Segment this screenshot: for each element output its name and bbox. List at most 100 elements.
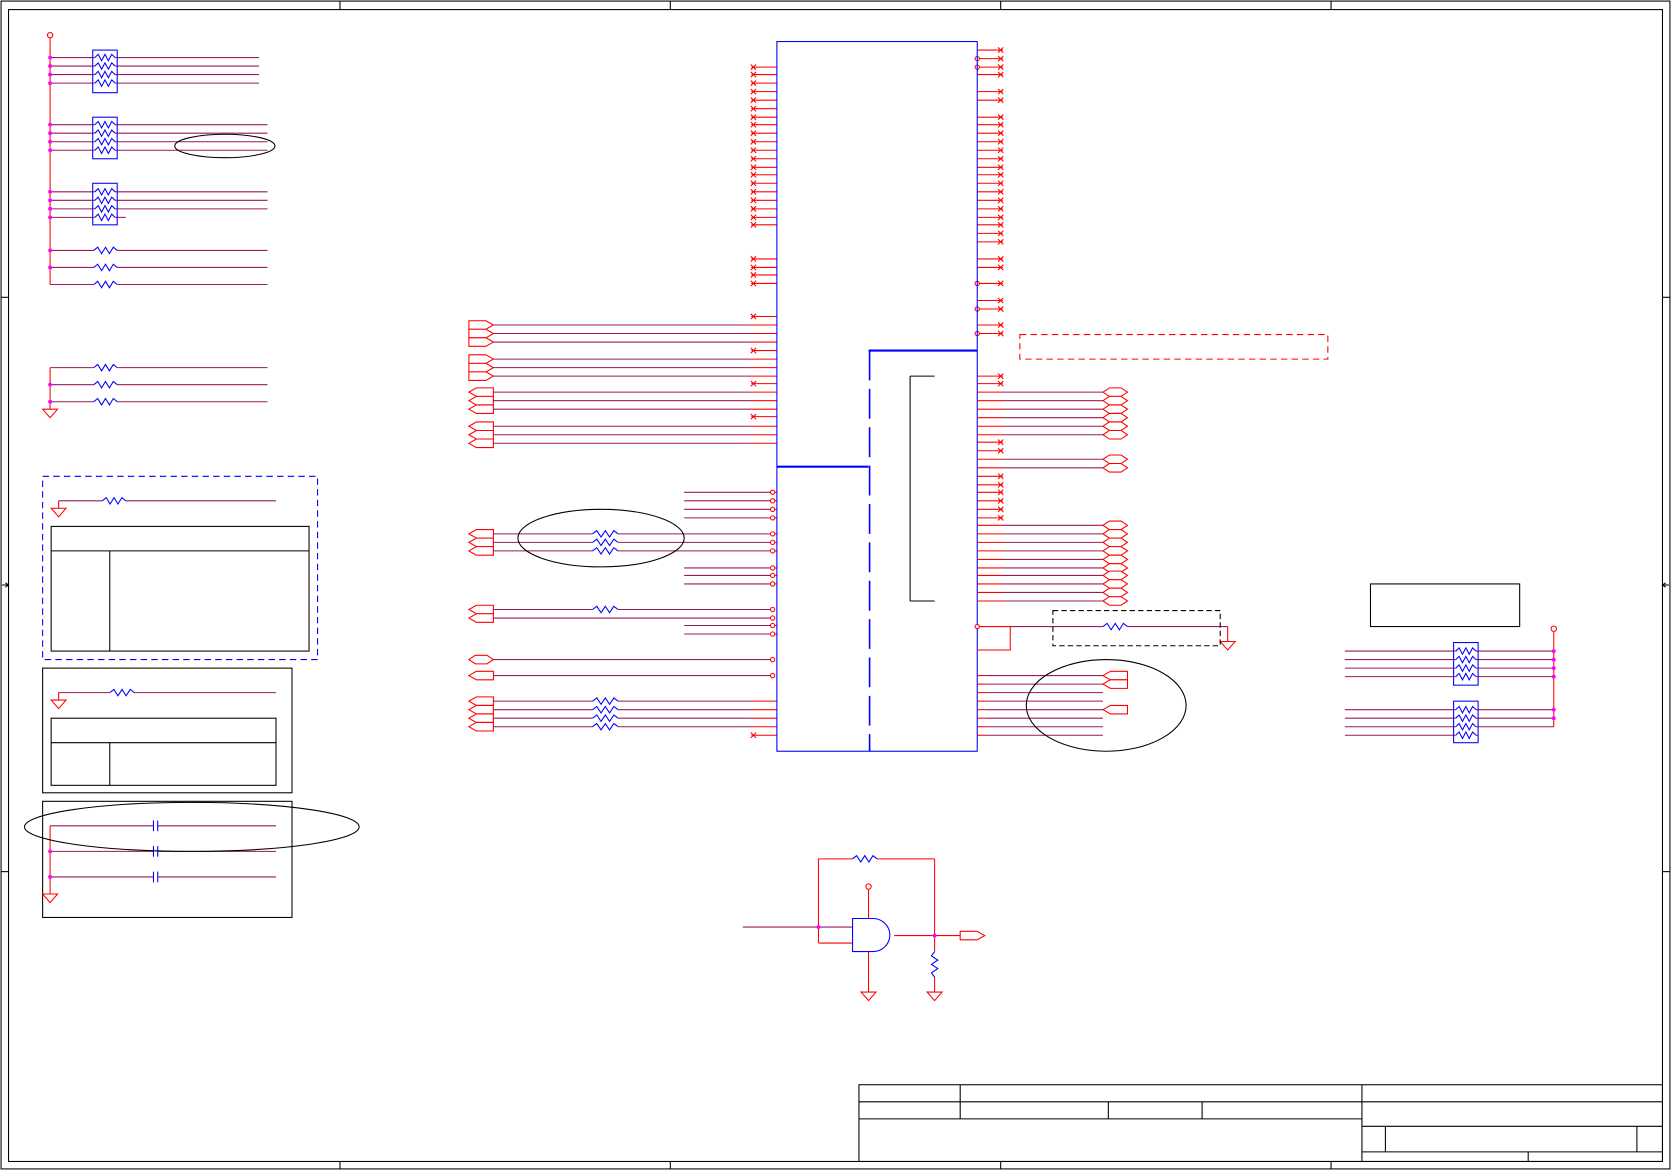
ic-pin (977, 255, 1004, 262)
ic-pin (977, 489, 1004, 496)
ic-pin (977, 147, 1004, 154)
capacitor-icon (50, 871, 277, 883)
ic-pin (977, 121, 1004, 128)
off-page-connector-icon (467, 546, 494, 556)
resistor-net (493, 529, 771, 539)
pin-terminal (974, 623, 980, 630)
ic-pin (977, 97, 1004, 104)
resistor-icon (94, 187, 116, 197)
off-page-connector-icon (467, 438, 494, 449)
ic-pin (750, 97, 777, 104)
option-table-border (50, 717, 277, 786)
option-table (50, 525, 310, 652)
off-page-connector-icon (467, 529, 494, 539)
junction-dot (816, 925, 821, 929)
resistor-pack-icon (50, 49, 259, 94)
option-table (50, 717, 277, 786)
ground-icon (41, 408, 59, 419)
ic-pin (750, 130, 777, 137)
pin-terminal (769, 506, 776, 513)
right-pullup-network (1344, 583, 1557, 744)
resistor-net (1010, 622, 1228, 631)
outer-border (0, 0, 1671, 1170)
resistor-icon (94, 78, 116, 88)
off-page-connector-icon (1102, 454, 1129, 465)
resistor-icon (93, 263, 118, 272)
resistor-net (50, 363, 268, 372)
resistor-pack-icon (50, 116, 268, 160)
ic-pin (977, 439, 1004, 446)
junction-dot (48, 64, 53, 68)
off-page-connector-icon (467, 654, 495, 665)
off-page-connector-icon (1102, 579, 1129, 589)
junction-dot (48, 875, 53, 879)
ground-icon (49, 699, 68, 710)
off-page-connector-icon (467, 721, 494, 732)
dashed-option-border (1052, 610, 1221, 647)
ic-pin (977, 130, 1004, 137)
resistor-icon (592, 722, 619, 731)
resistor-icon (592, 546, 619, 556)
option-table-border (50, 525, 310, 652)
ic-pin (750, 180, 777, 187)
ic-pin (750, 271, 777, 278)
resistor-icon (592, 529, 619, 539)
resistor-icon (1102, 622, 1128, 631)
highlight-ellipse (23, 801, 360, 852)
off-page-connector-icon (1101, 679, 1129, 689)
junction-dot (1551, 674, 1556, 679)
ic-pin (750, 214, 777, 221)
off-page-connector-icon (1102, 421, 1129, 432)
ic-pin (977, 164, 1004, 171)
ic-pin (977, 514, 1004, 521)
left-pullup-network (46, 31, 276, 289)
resistor-icon (1455, 672, 1477, 681)
off-page-connector-icon (1102, 395, 1129, 406)
ic-pin (977, 280, 1004, 287)
resistor-icon (1455, 705, 1477, 715)
junction-dot (1551, 716, 1556, 721)
off-page-connector-icon (468, 328, 495, 339)
off-page-connector-icon (959, 930, 986, 941)
resistor-net (493, 696, 752, 706)
power-rail-icon (46, 31, 54, 39)
main-ic (750, 41, 1004, 752)
ic-pin (750, 732, 777, 739)
ic-pin (977, 238, 1004, 245)
pin-terminal (769, 672, 776, 679)
off-page-connector-icon (1101, 670, 1129, 681)
ic-pin (977, 155, 1004, 162)
resistor-icon (1455, 655, 1477, 664)
pin-terminal (769, 572, 776, 579)
resistor-icon (1455, 722, 1477, 732)
off-page-connector-icon (468, 337, 495, 347)
and-gate-icon (852, 917, 891, 953)
junction-dot (48, 198, 53, 203)
ic-pin (977, 321, 1004, 329)
ic-pin (977, 138, 1004, 145)
resistor-icon (592, 705, 619, 714)
strap-resistor-loop (974, 610, 1237, 651)
off-page-connector-icon (1102, 404, 1129, 414)
off-page-connector-icon (1101, 704, 1129, 715)
resistor-net (493, 538, 771, 547)
power-rail-icon (1550, 625, 1557, 632)
ic-body (776, 41, 978, 752)
ic-pin (750, 347, 777, 354)
junction-dot (48, 206, 53, 211)
pin-terminal (769, 498, 776, 504)
center-mark-left (2, 582, 10, 588)
resistor-icon (852, 854, 878, 864)
schematic-sheet (0, 0, 1671, 1170)
option-box-solid (42, 667, 293, 794)
off-page-connector-icon (1102, 537, 1129, 548)
resistor-net (493, 705, 752, 714)
junction-dot (48, 72, 53, 77)
dashed-option-border (42, 475, 319, 661)
junction-dot (48, 215, 53, 220)
resistor-icon (592, 538, 619, 547)
decoupling-capacitor-box (23, 800, 360, 918)
resistor-net (50, 280, 268, 289)
resistor-icon (592, 696, 619, 706)
reset-gate-circuit (742, 854, 986, 1002)
